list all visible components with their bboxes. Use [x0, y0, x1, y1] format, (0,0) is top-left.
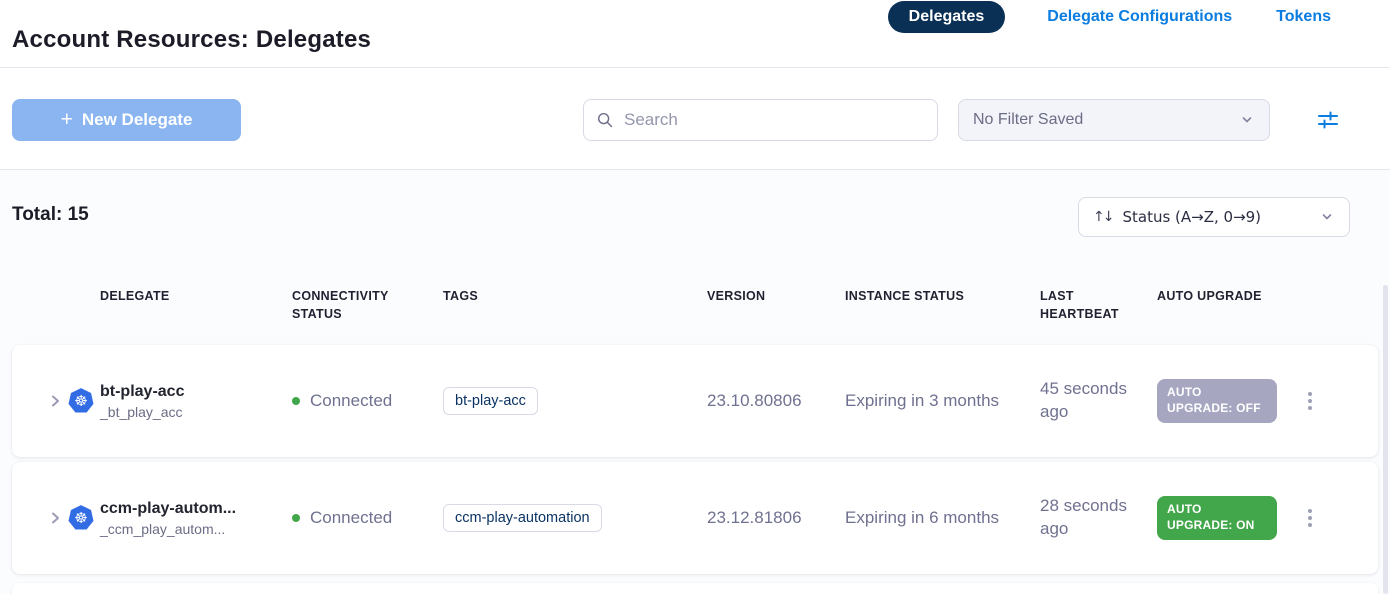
- vertical-scrollbar[interactable]: [1383, 285, 1388, 594]
- plus-icon: +: [61, 109, 73, 130]
- saved-filter-value: No Filter Saved: [973, 111, 1083, 129]
- page-header: Account Resources: Delegates Delegates D…: [0, 0, 1390, 68]
- svg-text:☸: ☸: [74, 392, 88, 410]
- column-header-connectivity-status: CONNECTIVITY STATUS: [292, 288, 427, 323]
- table-row[interactable]: [12, 583, 1378, 594]
- version-cell: 23.10.80806: [707, 345, 802, 457]
- filter-settings-button[interactable]: [1314, 108, 1342, 132]
- delegates-page: Account Settings / Account Resources / D…: [0, 0, 1390, 594]
- delegate-name-cell[interactable]: bt-play-acc _bt_play_acc: [100, 345, 285, 457]
- page-title: Account Resources: Delegates: [12, 26, 371, 54]
- search-box: [583, 99, 938, 141]
- svg-text:☸: ☸: [74, 509, 88, 527]
- auto-upgrade-cell: AUTO UPGRADE: ON: [1157, 462, 1289, 574]
- toolbar: + New Delegate No Filter Saved: [0, 68, 1390, 170]
- new-delegate-label: New Delegate: [82, 110, 193, 130]
- saved-filter-dropdown[interactable]: No Filter Saved: [958, 99, 1270, 141]
- total-count: Total: 15: [12, 204, 89, 226]
- search-icon: [596, 111, 614, 129]
- version-cell: 23.12.81806: [707, 462, 802, 574]
- row-expander-icon[interactable]: [43, 462, 67, 574]
- instance-status-cell: Expiring in 6 months: [845, 462, 999, 574]
- connected-dot-icon: [292, 397, 300, 405]
- auto-upgrade-cell: AUTO UPGRADE: OFF: [1157, 345, 1289, 457]
- instance-status-cell: Expiring in 3 months: [845, 345, 999, 457]
- delegate-name: bt-play-acc: [100, 383, 184, 401]
- kubernetes-icon: ☸: [67, 345, 97, 457]
- connectivity-status: Connected: [310, 508, 392, 528]
- connectivity-status: Connected: [310, 391, 392, 411]
- row-menu-button[interactable]: [1296, 462, 1324, 574]
- search-input[interactable]: [624, 110, 925, 130]
- table-row[interactable]: ☸ ccm-play-autom... _ccm_play_autom... C…: [12, 462, 1378, 574]
- column-header-delegate: DELEGATE: [100, 288, 170, 306]
- tags-cell: ccm-play-automation: [443, 462, 602, 574]
- auto-upgrade-badge: AUTO UPGRADE: OFF: [1157, 379, 1277, 422]
- connectivity-status-cell: Connected: [292, 462, 392, 574]
- tags-cell: bt-play-acc: [443, 345, 538, 457]
- tab-delegates[interactable]: Delegates: [888, 1, 1006, 33]
- tab-delegate-configurations[interactable]: Delegate Configurations: [1045, 2, 1234, 32]
- delegate-name: ccm-play-autom...: [100, 500, 236, 518]
- tab-tokens[interactable]: Tokens: [1274, 2, 1333, 32]
- table-row[interactable]: ☸ bt-play-acc _bt_play_acc Connected bt-…: [12, 345, 1378, 457]
- new-delegate-button[interactable]: + New Delegate: [12, 99, 241, 141]
- kebab-icon: [1308, 392, 1312, 410]
- delegate-name-cell[interactable]: ccm-play-autom... _ccm_play_autom...: [100, 462, 285, 574]
- row-expander-icon[interactable]: [43, 345, 67, 457]
- auto-upgrade-badge: AUTO UPGRADE: ON: [1157, 496, 1277, 539]
- resource-tabs: Delegates Delegate Configurations Tokens: [888, 0, 1333, 34]
- last-heartbeat-cell: 28 seconds ago: [1040, 462, 1158, 574]
- column-header-version: VERSION: [707, 288, 765, 306]
- last-heartbeat-cell: 45 seconds ago: [1040, 345, 1158, 457]
- column-header-last-heartbeat: LAST HEARTBEAT: [1040, 288, 1140, 323]
- kubernetes-icon: ☸: [67, 462, 97, 574]
- column-header-tags: TAGS: [443, 288, 478, 306]
- chevron-down-icon: [1319, 209, 1335, 225]
- connectivity-status-cell: Connected: [292, 345, 392, 457]
- column-header-instance-status: INSTANCE STATUS: [845, 288, 964, 306]
- sort-dropdown[interactable]: ↑↓ Status (A→Z, 0→9): [1078, 197, 1350, 237]
- table-header-row: DELEGATE CONNECTIVITY STATUS TAGS VERSIO…: [0, 288, 1390, 322]
- kebab-icon: [1308, 509, 1312, 527]
- tag-chip: bt-play-acc: [443, 387, 538, 415]
- delegate-identifier: _ccm_play_autom...: [100, 521, 225, 537]
- delegate-identifier: _bt_play_acc: [100, 404, 183, 420]
- row-menu-button[interactable]: [1296, 345, 1324, 457]
- filter-sliders-icon: [1315, 108, 1341, 132]
- column-header-auto-upgrade: AUTO UPGRADE: [1157, 288, 1297, 306]
- chevron-down-icon: [1239, 112, 1255, 128]
- connected-dot-icon: [292, 514, 300, 522]
- sort-arrows-icon: ↑↓: [1093, 209, 1112, 225]
- delegates-list-section: Total: 15 ↑↓ Status (A→Z, 0→9) DELEGATE …: [0, 170, 1390, 594]
- sort-value: Status (A→Z, 0→9): [1122, 208, 1309, 226]
- tag-chip: ccm-play-automation: [443, 504, 602, 532]
